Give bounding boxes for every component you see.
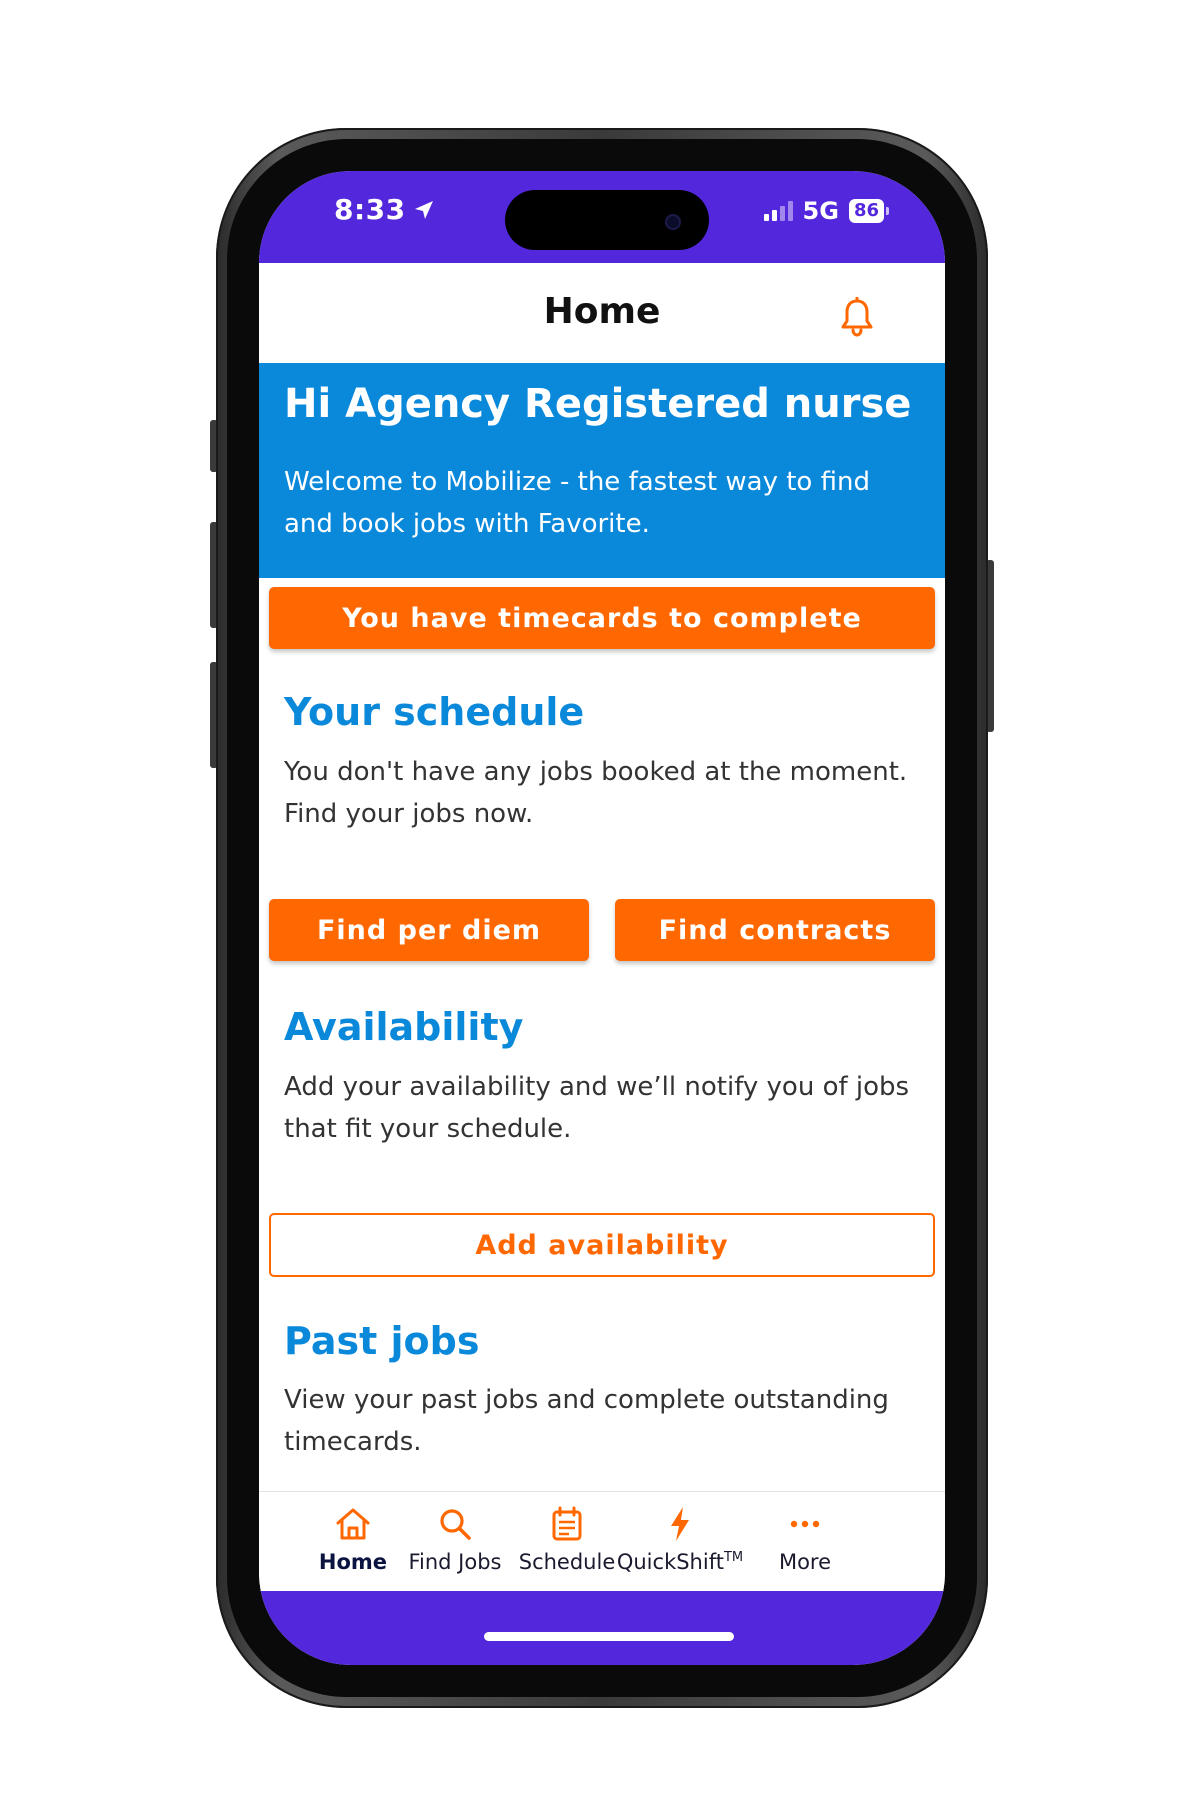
status-time: 8:33	[334, 193, 436, 226]
signal-bars-icon	[763, 201, 793, 221]
location-arrow-icon	[414, 200, 433, 219]
schedule-icon	[552, 1506, 582, 1541]
add-availability-button[interactable]: Add availability	[269, 1213, 935, 1277]
home-indicator-area	[259, 1591, 945, 1665]
status-indicators: 5G 86	[763, 197, 889, 225]
home-indicator[interactable]	[484, 1632, 734, 1641]
phone-bezel: 8:33 5G 86 Home Hi Agency Registered nur…	[227, 139, 977, 1697]
tab-home-label: Home	[318, 1550, 388, 1574]
past-jobs-heading: Past jobs	[284, 1319, 480, 1363]
tab-more-label: More	[778, 1550, 832, 1574]
camera-icon	[665, 214, 681, 230]
past-jobs-text: View your past jobs and complete outstan…	[284, 1385, 889, 1457]
search-icon	[440, 1509, 471, 1540]
welcome-banner: Hi Agency Registered nurse Welcome to Mo…	[259, 363, 945, 578]
welcome-text: Welcome to Mobilize - the fastest way to…	[284, 467, 870, 539]
tab-quickshift[interactable]: QuickShiftTM	[611, 1492, 749, 1592]
app-screen: 8:33 5G 86 Home Hi Agency Registered nur…	[259, 171, 945, 1665]
trademark-sup: TM	[723, 1550, 744, 1565]
nav-header: Home	[259, 263, 945, 363]
tab-quickshift-label: QuickShiftTM	[616, 1550, 744, 1574]
dynamic-island	[505, 190, 709, 250]
battery-icon: 86	[848, 199, 889, 223]
bell-icon[interactable]	[839, 297, 875, 337]
schedule-text: You don't have any jobs booked at the mo…	[284, 757, 908, 829]
tab-more[interactable]: More	[745, 1492, 865, 1592]
availability-heading: Availability	[284, 1005, 524, 1049]
tab-schedule-label: Schedule	[518, 1550, 616, 1574]
timecards-button[interactable]: You have timecards to complete	[269, 587, 935, 649]
home-icon	[336, 1508, 370, 1540]
phone-frame: 8:33 5G 86 Home Hi Agency Registered nur…	[216, 128, 988, 1708]
tab-find-jobs-label: Find Jobs	[408, 1550, 502, 1574]
greeting-heading: Hi Agency Registered nurse	[284, 381, 912, 427]
more-dots-icon	[790, 1520, 820, 1528]
find-contracts-button[interactable]: Find contracts	[615, 899, 935, 961]
bottom-tab-bar: Home Find Jobs Schedule QuickShiftTM Mor…	[259, 1491, 945, 1592]
battery-level: 86	[848, 199, 884, 223]
lightning-icon	[671, 1507, 689, 1541]
availability-text: Add your availability and we’ll notify y…	[284, 1072, 910, 1144]
schedule-heading: Your schedule	[284, 690, 585, 734]
tab-find-jobs[interactable]: Find Jobs	[389, 1492, 521, 1592]
network-label: 5G	[802, 197, 839, 225]
status-time-label: 8:33	[334, 193, 406, 226]
status-bar: 8:33 5G 86	[259, 171, 945, 263]
find-per-diem-button[interactable]: Find per diem	[269, 899, 589, 961]
